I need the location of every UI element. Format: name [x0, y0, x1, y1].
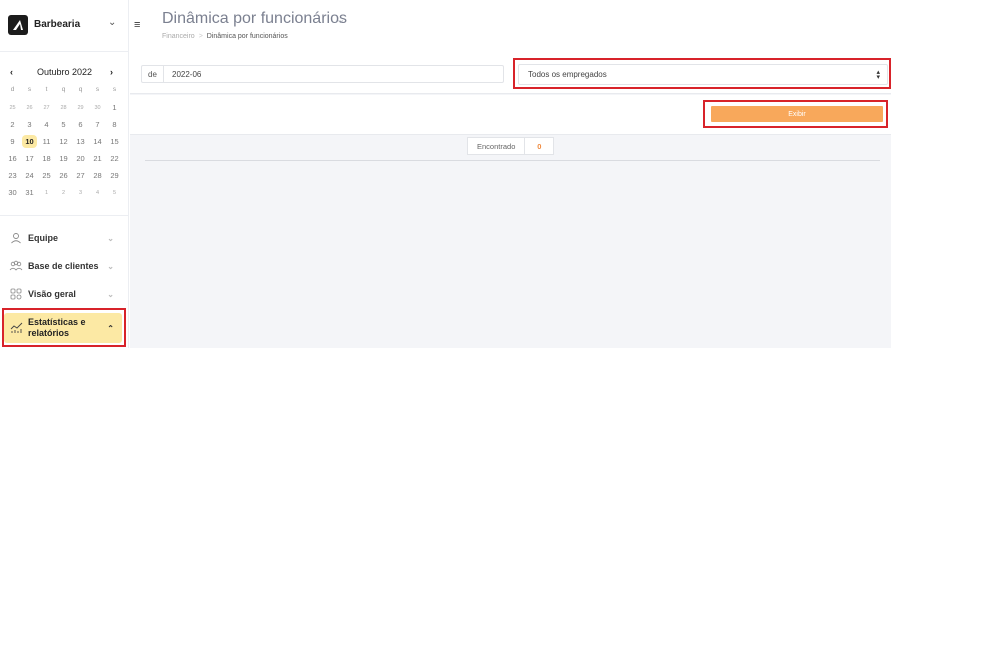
found-count: 0: [525, 137, 555, 155]
weekday-label: t: [45, 85, 48, 93]
highlight-box: [2, 308, 126, 347]
chevron-down-icon: ⌄: [107, 261, 114, 271]
calendar-day[interactable]: 27: [72, 167, 89, 184]
found-label: Encontrado: [467, 137, 526, 155]
hamburger-menu-icon[interactable]: ≡: [134, 19, 140, 31]
date-field[interactable]: de 2022-06: [141, 65, 504, 83]
calendar-day[interactable]: 5: [55, 116, 72, 133]
calendar-day[interactable]: 26: [21, 99, 38, 116]
filter-bar: de 2022-06 Todos os empregados ▴ ▾: [130, 52, 891, 94]
calendar-day[interactable]: 3: [21, 116, 38, 133]
calendar-day[interactable]: 3: [72, 184, 89, 201]
brand-name: Barbearia: [34, 19, 81, 30]
sidebar: Barbearia ⌄ ‹ Outubro 2022 › d s t q q s…: [0, 0, 129, 348]
calendar-day[interactable]: 7: [89, 116, 106, 133]
weekday-label: d: [10, 85, 15, 93]
date-prefix-label: de: [142, 66, 164, 82]
brand-switcher[interactable]: Barbearia ⌄: [0, 0, 129, 52]
page-title: Dinâmica por funcionários: [162, 10, 347, 27]
breadcrumb: Financeiro > Dinâmica por funcionários: [162, 33, 288, 40]
calendar-day[interactable]: 16: [4, 150, 21, 167]
users-icon: [9, 259, 23, 273]
main-panel: de 2022-06 Todos os empregados ▴ ▾ Exibir…: [130, 52, 891, 348]
weekday-label: q: [61, 85, 66, 93]
calendar-day[interactable]: 2: [55, 184, 72, 201]
calendar-day[interactable]: 25: [38, 167, 55, 184]
calendar-day[interactable]: 29: [106, 167, 123, 184]
weekday-label: s: [95, 85, 100, 93]
sidebar-item-label: Base de clientes: [28, 261, 99, 271]
chevron-down-icon: ⌄: [107, 233, 114, 243]
date-value[interactable]: 2022-06: [164, 70, 201, 79]
chevron-down-icon[interactable]: ⌄: [108, 17, 116, 28]
calendar-day-today[interactable]: 10: [21, 133, 38, 150]
calendar-day[interactable]: 20: [72, 150, 89, 167]
chevron-down-icon[interactable]: ⌄: [336, 13, 345, 26]
calendar-day[interactable]: 9: [4, 133, 21, 150]
calendar-day[interactable]: 2: [4, 116, 21, 133]
calendar-day[interactable]: 18: [38, 150, 55, 167]
calendar-next-button[interactable]: ›: [110, 67, 113, 77]
breadcrumb-item[interactable]: Financeiro: [162, 33, 195, 40]
grid-icon: [9, 287, 23, 301]
mini-calendar: ‹ Outubro 2022 › d s t q q s s 25 26 27 …: [0, 66, 129, 197]
calendar-day[interactable]: 27: [38, 99, 55, 116]
calendar-day[interactable]: 21: [89, 150, 106, 167]
calendar-day[interactable]: 1: [106, 99, 123, 116]
breadcrumb-separator: >: [198, 33, 203, 40]
calendar-day[interactable]: 8: [106, 116, 123, 133]
found-counter: Encontrado 0: [467, 137, 555, 155]
sidebar-divider: [0, 215, 129, 216]
calendar-day[interactable]: 28: [55, 99, 72, 116]
sidebar-item-visao-geral[interactable]: Visão geral ⌄: [4, 282, 122, 306]
chevron-down-icon: ⌄: [107, 289, 114, 299]
calendar-day[interactable]: 31: [21, 184, 38, 201]
weekday-label: s: [112, 85, 117, 93]
brand-logo-icon: [8, 15, 28, 35]
calendar-day[interactable]: 1: [38, 184, 55, 201]
weekday-label: q: [78, 85, 83, 93]
app: Barbearia ⌄ ‹ Outubro 2022 › d s t q q s…: [0, 0, 1000, 667]
calendar-day[interactable]: 13: [72, 133, 89, 150]
calendar-day[interactable]: 4: [89, 184, 106, 201]
calendar-day[interactable]: 14: [89, 133, 106, 150]
calendar-day[interactable]: 19: [55, 150, 72, 167]
calendar-day[interactable]: 15: [106, 133, 123, 150]
action-bar: Exibir: [130, 95, 891, 135]
today-label: 10: [22, 135, 37, 148]
calendar-day[interactable]: 11: [38, 133, 55, 150]
calendar-day[interactable]: 28: [89, 167, 106, 184]
sidebar-item-label: Visão geral: [28, 289, 76, 299]
results-divider: [145, 160, 880, 161]
calendar-day[interactable]: 5: [106, 184, 123, 201]
calendar-day[interactable]: 6: [72, 116, 89, 133]
calendar-header: ‹ Outubro 2022 ›: [0, 66, 129, 82]
sidebar-item-label: Equipe: [28, 233, 59, 243]
weekday-label: s: [27, 85, 32, 93]
calendar-day[interactable]: 12: [55, 133, 72, 150]
calendar-day[interactable]: 22: [106, 150, 123, 167]
breadcrumb-current: Dinâmica por funcionários: [206, 33, 288, 40]
sidebar-item-equipe[interactable]: Equipe ⌄: [4, 226, 122, 250]
calendar-day[interactable]: 25: [4, 99, 21, 116]
calendar-day[interactable]: 4: [38, 116, 55, 133]
user-icon: [9, 231, 23, 245]
calendar-day[interactable]: 24: [21, 167, 38, 184]
calendar-day[interactable]: 26: [55, 167, 72, 184]
highlight-box: [513, 58, 891, 89]
calendar-day[interactable]: 17: [21, 150, 38, 167]
calendar-grid: d s t q q s s 25 26 27 28 29 30 1 2 3 4 …: [4, 82, 123, 201]
calendar-day[interactable]: 29: [72, 99, 89, 116]
calendar-day[interactable]: 23: [4, 167, 21, 184]
calendar-day[interactable]: 30: [89, 99, 106, 116]
highlight-box: [703, 100, 888, 128]
sidebar-item-base-de-clientes[interactable]: Base de clientes ⌄: [4, 254, 122, 278]
calendar-day[interactable]: 30: [4, 184, 21, 201]
